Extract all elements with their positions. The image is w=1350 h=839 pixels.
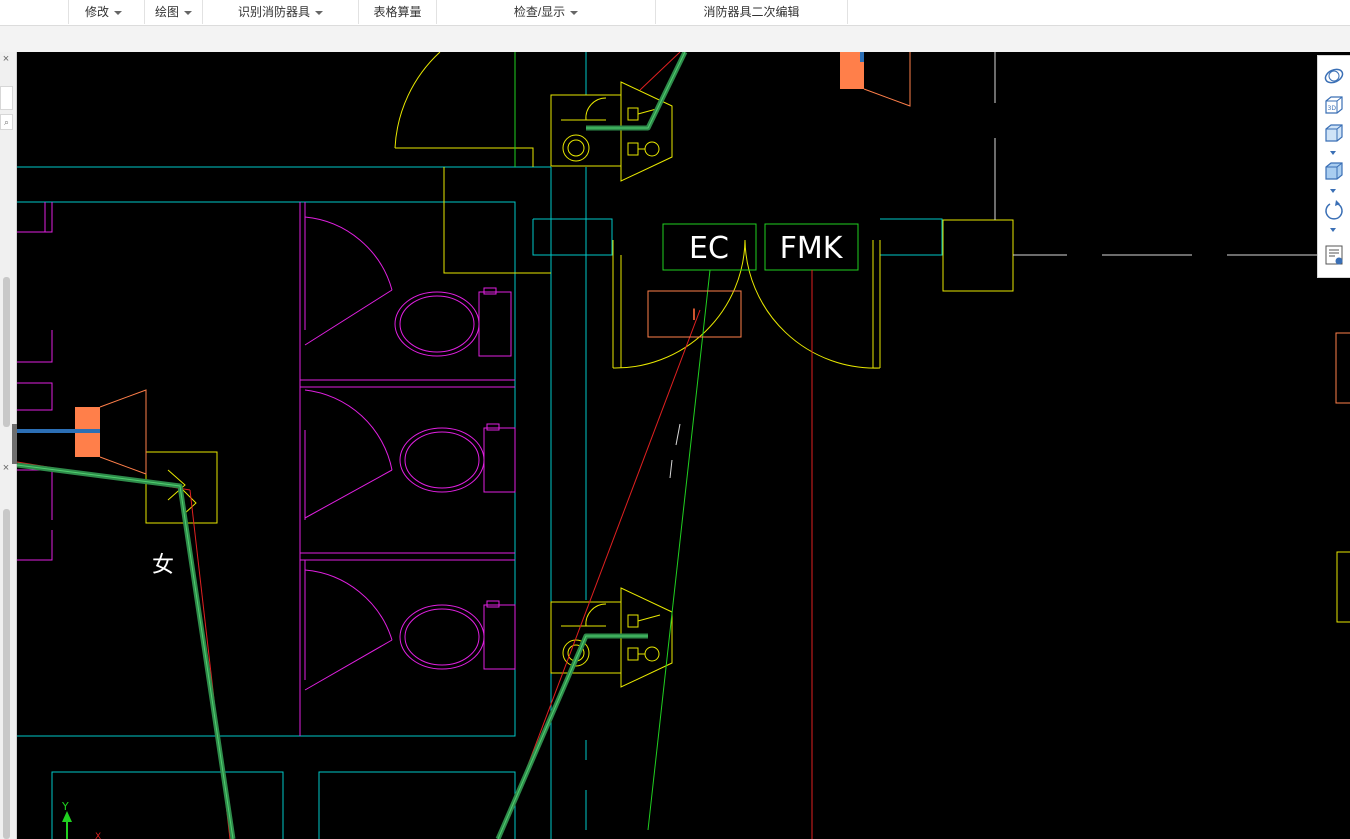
3d-view-icon[interactable]: 3D: [1323, 94, 1345, 116]
menu-identify-label: 识别消防器具: [237, 5, 310, 19]
view-cube-icon[interactable]: [1323, 122, 1345, 144]
orbit-icon[interactable]: [1323, 65, 1345, 87]
axis-x-label: X: [95, 832, 101, 839]
sub-toolbar: [0, 26, 1350, 52]
menu-modify[interactable]: 修改: [68, 0, 138, 24]
chevron-down-icon: [315, 10, 323, 15]
search-icon[interactable]: ⌕: [0, 114, 13, 130]
menu-table-quantity[interactable]: 表格算量: [358, 0, 436, 24]
axis-y-label: Y: [61, 800, 69, 813]
panel-field[interactable]: [0, 86, 13, 110]
chevron-down-icon[interactable]: [1330, 151, 1336, 155]
chevron-down-icon[interactable]: [1330, 189, 1336, 193]
chevron-down-icon: [184, 10, 192, 15]
menu-fire-equipment-edit[interactable]: 消防器具二次编辑: [655, 0, 848, 24]
properties-icon[interactable]: [1323, 244, 1345, 266]
menu-check-label: 检查/显示: [513, 5, 566, 19]
room-label-female: 女: [152, 553, 174, 578]
panel-scrollbar[interactable]: [3, 509, 10, 839]
menu-check-display[interactable]: 检查/显示: [436, 0, 655, 24]
menu-draw[interactable]: 绘图: [144, 0, 202, 24]
menu-draw-label: 绘图: [154, 5, 179, 19]
cad-canvas[interactable]: EC FMK 女 I Y X: [17, 52, 1350, 839]
close-icon[interactable]: ×: [0, 53, 12, 65]
menu-edit-label: 消防器具二次编辑: [703, 5, 800, 19]
menu-table-label: 表格算量: [373, 5, 422, 19]
menu-bar: 修改 绘图 识别消防器具 表格算量 检查/显示 消防器具二次编辑: [0, 0, 1350, 26]
chevron-down-icon: [570, 10, 579, 15]
rotate-icon[interactable]: [1323, 199, 1345, 221]
door-label-ec: EC: [689, 231, 729, 266]
left-panel: × ⌕ ×: [0, 52, 17, 839]
close-icon[interactable]: ×: [0, 462, 12, 474]
menu-identify-fire-equipment[interactable]: 识别消防器具: [202, 0, 358, 24]
svg-text:3D: 3D: [1328, 105, 1337, 112]
chevron-down-icon: [114, 10, 122, 15]
view-cube-alt-icon[interactable]: [1323, 160, 1345, 182]
panel-scrollbar[interactable]: [3, 277, 10, 427]
view-toolbar: 3D: [1317, 55, 1350, 278]
chevron-down-icon[interactable]: [1330, 228, 1336, 232]
menu-modify-label: 修改: [84, 5, 109, 19]
door-label-fmk: FMK: [780, 231, 844, 266]
tag-mark: I: [692, 305, 697, 324]
